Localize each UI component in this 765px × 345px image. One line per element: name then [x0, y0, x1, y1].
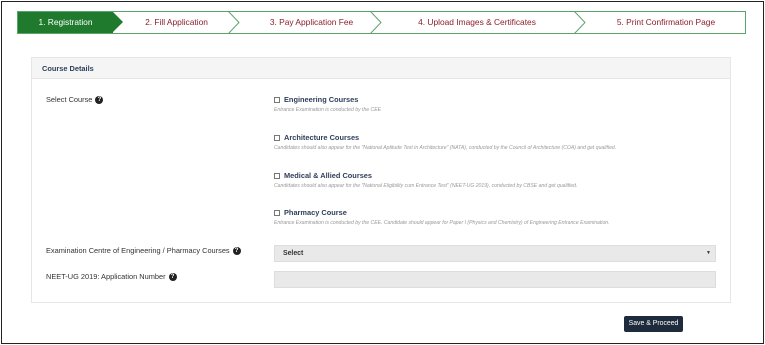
course-description: Candidates should also appear for the "N… [274, 183, 578, 189]
panel-title: Course Details [32, 58, 730, 79]
step-print-confirmation[interactable]: 5. Print Confirmation Page [586, 12, 746, 33]
course-title: Pharmacy Course [284, 208, 347, 217]
course-description: Entrance Examination is conducted by the… [274, 107, 382, 113]
course-title: Medical & Allied Courses [284, 171, 373, 180]
neet-application-label: NEET-UG 2019: Application Number ? [46, 272, 177, 281]
save-and-proceed-button[interactable]: Save & Proceed [624, 316, 683, 332]
neet-application-number-input[interactable] [274, 271, 716, 288]
select-course-label: Select Course ? [46, 95, 104, 104]
checkbox-engineering[interactable] [274, 96, 280, 103]
checkbox-pharmacy[interactable] [274, 209, 280, 216]
course-option-medical: Medical & Allied Courses Candidates shou… [274, 171, 577, 189]
question-circle-icon[interactable]: ? [232, 246, 241, 255]
caret-down-icon: ▼ [706, 250, 711, 256]
progress-stepper: 1. Registration 2. Fill Application 3. P… [17, 11, 746, 34]
course-option-engineering: Engineering Courses Entrance Examination… [274, 95, 381, 113]
checkbox-architecture[interactable] [274, 134, 280, 141]
question-circle-icon[interactable]: ? [95, 95, 104, 104]
course-option-architecture: Architecture Courses Candidates should a… [274, 133, 616, 151]
step-pay-application-fee[interactable]: 3. Pay Application Fee [240, 12, 383, 33]
course-title: Engineering Courses [284, 95, 359, 104]
question-circle-icon[interactable]: ? [168, 272, 177, 281]
step-upload-images[interactable]: 4. Upload Images & Certificates [382, 12, 572, 33]
exam-centre-label: Examination Centre of Engineering / Phar… [46, 246, 241, 255]
step-separator-icon [228, 11, 240, 34]
exam-centre-select[interactable]: Select ▼ [274, 245, 716, 262]
step-separator-icon [370, 11, 382, 34]
checkbox-medical[interactable] [274, 172, 280, 179]
course-description: Entrance Examination is conducted by the… [274, 220, 610, 226]
course-option-pharmacy: Pharmacy Course Entrance Examination is … [274, 208, 610, 226]
course-description: Candidates should also appear for the "N… [274, 145, 617, 151]
step-registration[interactable]: 1. Registration [18, 12, 123, 33]
course-title: Architecture Courses [284, 133, 360, 142]
step-separator-icon [574, 11, 586, 34]
step-fill-application[interactable]: 2. Fill Application [123, 12, 230, 33]
